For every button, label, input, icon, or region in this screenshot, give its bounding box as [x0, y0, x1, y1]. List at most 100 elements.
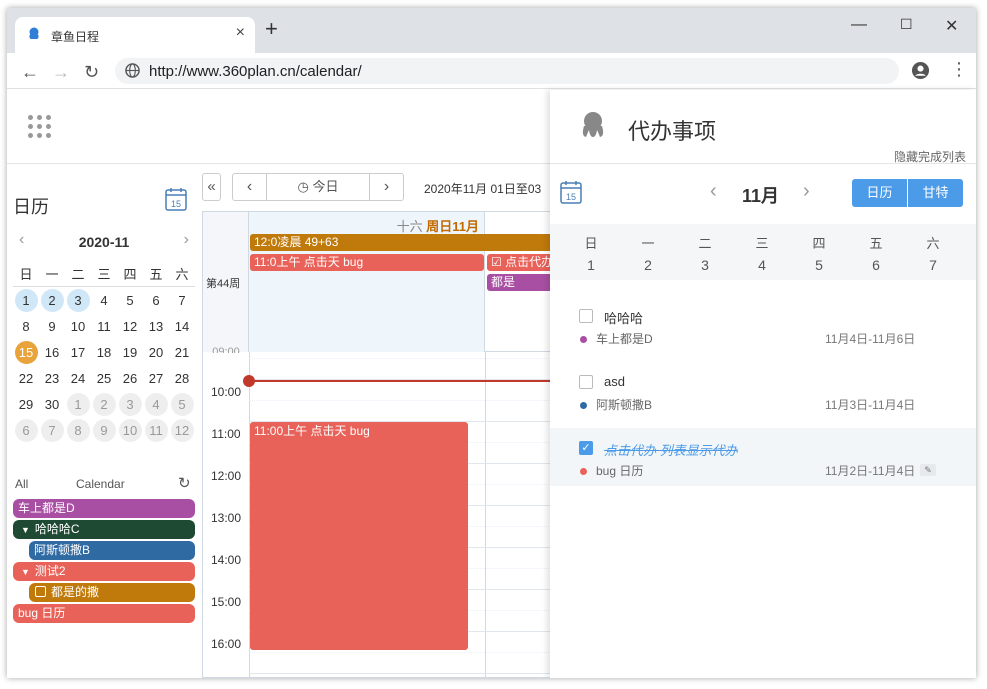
browser-menu-icon[interactable]: ⋮: [950, 59, 968, 80]
mini-day[interactable]: 17: [65, 339, 91, 365]
mini-day[interactable]: 14: [169, 313, 195, 339]
mini-day-other-month[interactable]: 4: [143, 391, 169, 417]
mini-day[interactable]: 4: [91, 287, 117, 313]
todo-checkbox[interactable]: [579, 309, 593, 323]
mini-day-other-month[interactable]: 9: [91, 417, 117, 443]
forward-icon[interactable]: →: [52, 62, 70, 83]
calendar-item-ceshi2[interactable]: ▼ 测试2: [13, 562, 195, 581]
mini-day[interactable]: 19: [117, 339, 143, 365]
browser-tab[interactable]: 章鱼日程 ×: [15, 17, 255, 53]
week-day-number[interactable]: 4: [732, 257, 792, 273]
calendar-icon[interactable]: 15: [165, 187, 187, 211]
mini-day[interactable]: 9: [39, 313, 65, 339]
back-icon[interactable]: ←: [21, 62, 39, 83]
mini-day[interactable]: 12: [117, 313, 143, 339]
url-field[interactable]: http://www.360plan.cn/calendar/: [115, 58, 899, 84]
mini-day[interactable]: 28: [169, 365, 195, 391]
mini-day[interactable]: 13: [143, 313, 169, 339]
collapse-sidebar-button[interactable]: «: [202, 173, 221, 201]
mini-day-other-month[interactable]: 8: [65, 417, 91, 443]
mini-day[interactable]: 24: [65, 365, 91, 391]
mini-day-other-month[interactable]: 6: [13, 417, 39, 443]
mini-day[interactable]: 11: [91, 313, 117, 339]
mini-day[interactable]: 10: [65, 313, 91, 339]
mini-day-today[interactable]: 15: [13, 339, 39, 365]
todo-checkbox[interactable]: [579, 375, 593, 389]
mini-day[interactable]: 20: [143, 339, 169, 365]
allday-event[interactable]: 都是: [487, 274, 555, 291]
calendar-item-chedoushid[interactable]: 车上都是D: [13, 499, 195, 518]
mini-day[interactable]: 21: [169, 339, 195, 365]
refresh-icon[interactable]: ↻: [178, 474, 191, 492]
mini-day[interactable]: 18: [91, 339, 117, 365]
mini-day-other-month[interactable]: 12: [169, 417, 195, 443]
caret-down-icon[interactable]: ▼: [21, 567, 30, 577]
mini-day-other-month[interactable]: 7: [39, 417, 65, 443]
mini-day-other-month[interactable]: 11: [143, 417, 169, 443]
week-day-number[interactable]: 1: [561, 257, 621, 273]
mini-day[interactable]: 29: [13, 391, 39, 417]
mini-day-other-month[interactable]: 10: [117, 417, 143, 443]
todo-item[interactable]: 哈哈哈 车上都是D 11月4日-11月6日: [550, 296, 976, 354]
mini-day[interactable]: 16: [39, 339, 65, 365]
week-grid: 第44周 十六 周日11月 12:0凌晨 49+63 11:0上午 点击天 bu…: [202, 211, 556, 678]
view-calendar-button[interactable]: 日历: [852, 179, 907, 207]
hide-completed-link[interactable]: 隐藏完成列表: [894, 148, 966, 165]
view-gantt-button[interactable]: 甘特: [908, 179, 963, 207]
calendar-list-header: All Calendar ↻: [13, 475, 198, 493]
caret-down-icon[interactable]: ▼: [21, 525, 30, 535]
allday-event[interactable]: 11:0上午 点击天 bug: [250, 254, 484, 271]
account-icon[interactable]: [911, 61, 930, 80]
allday-event[interactable]: 12:0凌晨 49+63: [250, 234, 555, 251]
mini-day-other-month[interactable]: 1: [65, 391, 91, 417]
week-day-number[interactable]: 6: [846, 257, 906, 273]
todo-item[interactable]: asd 阿斯顿撒B 11月3日-11月4日: [550, 362, 976, 420]
mini-day[interactable]: 8: [13, 313, 39, 339]
mini-day[interactable]: 3: [65, 287, 91, 313]
calendar-label: Calendar: [76, 477, 125, 491]
address-bar: ← → ↻ http://www.360plan.cn/calendar/ ⋮: [7, 53, 976, 89]
mini-day[interactable]: 22: [13, 365, 39, 391]
new-tab-button[interactable]: +: [265, 18, 278, 40]
tab-close-icon[interactable]: ×: [236, 24, 245, 42]
next-week-button[interactable]: ›: [369, 173, 404, 201]
calendar-item-hahahac[interactable]: ▼ 哈哈哈C: [13, 520, 195, 539]
timed-event[interactable]: 11:00上午 点击天 bug: [250, 422, 468, 650]
mini-day[interactable]: 23: [39, 365, 65, 391]
calendar-item-bug[interactable]: bug 日历: [13, 604, 195, 623]
reload-icon[interactable]: ↻: [84, 62, 99, 83]
mini-day[interactable]: 5: [117, 287, 143, 313]
mini-day[interactable]: 25: [91, 365, 117, 391]
todo-checkbox-checked[interactable]: ✓: [579, 441, 593, 455]
today-button[interactable]: ◷ 今日: [266, 173, 370, 201]
week-day-number[interactable]: 3: [675, 257, 735, 273]
week-day-number[interactable]: 7: [903, 257, 963, 273]
close-window-icon[interactable]: ✕: [945, 16, 958, 36]
calendar-item-doushidesa[interactable]: 都是的撒: [29, 583, 195, 602]
calendar-item-asidunsab[interactable]: 阿斯顿撒B: [29, 541, 195, 560]
calendar-icon[interactable]: 15: [560, 180, 582, 204]
mini-day-other-month[interactable]: 5: [169, 391, 195, 417]
week-day-number[interactable]: 2: [618, 257, 678, 273]
mini-day[interactable]: 2: [39, 287, 65, 313]
prev-week-button[interactable]: ‹: [232, 173, 267, 201]
mini-prev-icon[interactable]: ‹: [19, 231, 24, 249]
mini-next-icon[interactable]: ›: [184, 231, 189, 249]
mini-day[interactable]: 26: [117, 365, 143, 391]
allday-todo-event[interactable]: ☑ 点击代办: [487, 254, 555, 271]
edit-pencil-icon[interactable]: ✎: [920, 464, 936, 476]
todo-item-completed[interactable]: ✓ 点击代办 列表显示代办 bug 日历 11月2日-11月4日 ✎: [550, 428, 976, 486]
mini-day[interactable]: 7: [169, 287, 195, 313]
minimize-icon[interactable]: —: [851, 16, 867, 34]
all-calendars-link[interactable]: All: [15, 477, 28, 491]
todo-prev-month-icon[interactable]: ‹: [710, 180, 717, 203]
todo-next-month-icon[interactable]: ›: [803, 180, 810, 203]
mini-day[interactable]: 1: [13, 287, 39, 313]
week-day-number[interactable]: 5: [789, 257, 849, 273]
mini-day-other-month[interactable]: 3: [117, 391, 143, 417]
maximize-icon[interactable]: ☐: [900, 16, 913, 33]
mini-day[interactable]: 27: [143, 365, 169, 391]
mini-day[interactable]: 30: [39, 391, 65, 417]
mini-day-other-month[interactable]: 2: [91, 391, 117, 417]
mini-day[interactable]: 6: [143, 287, 169, 313]
